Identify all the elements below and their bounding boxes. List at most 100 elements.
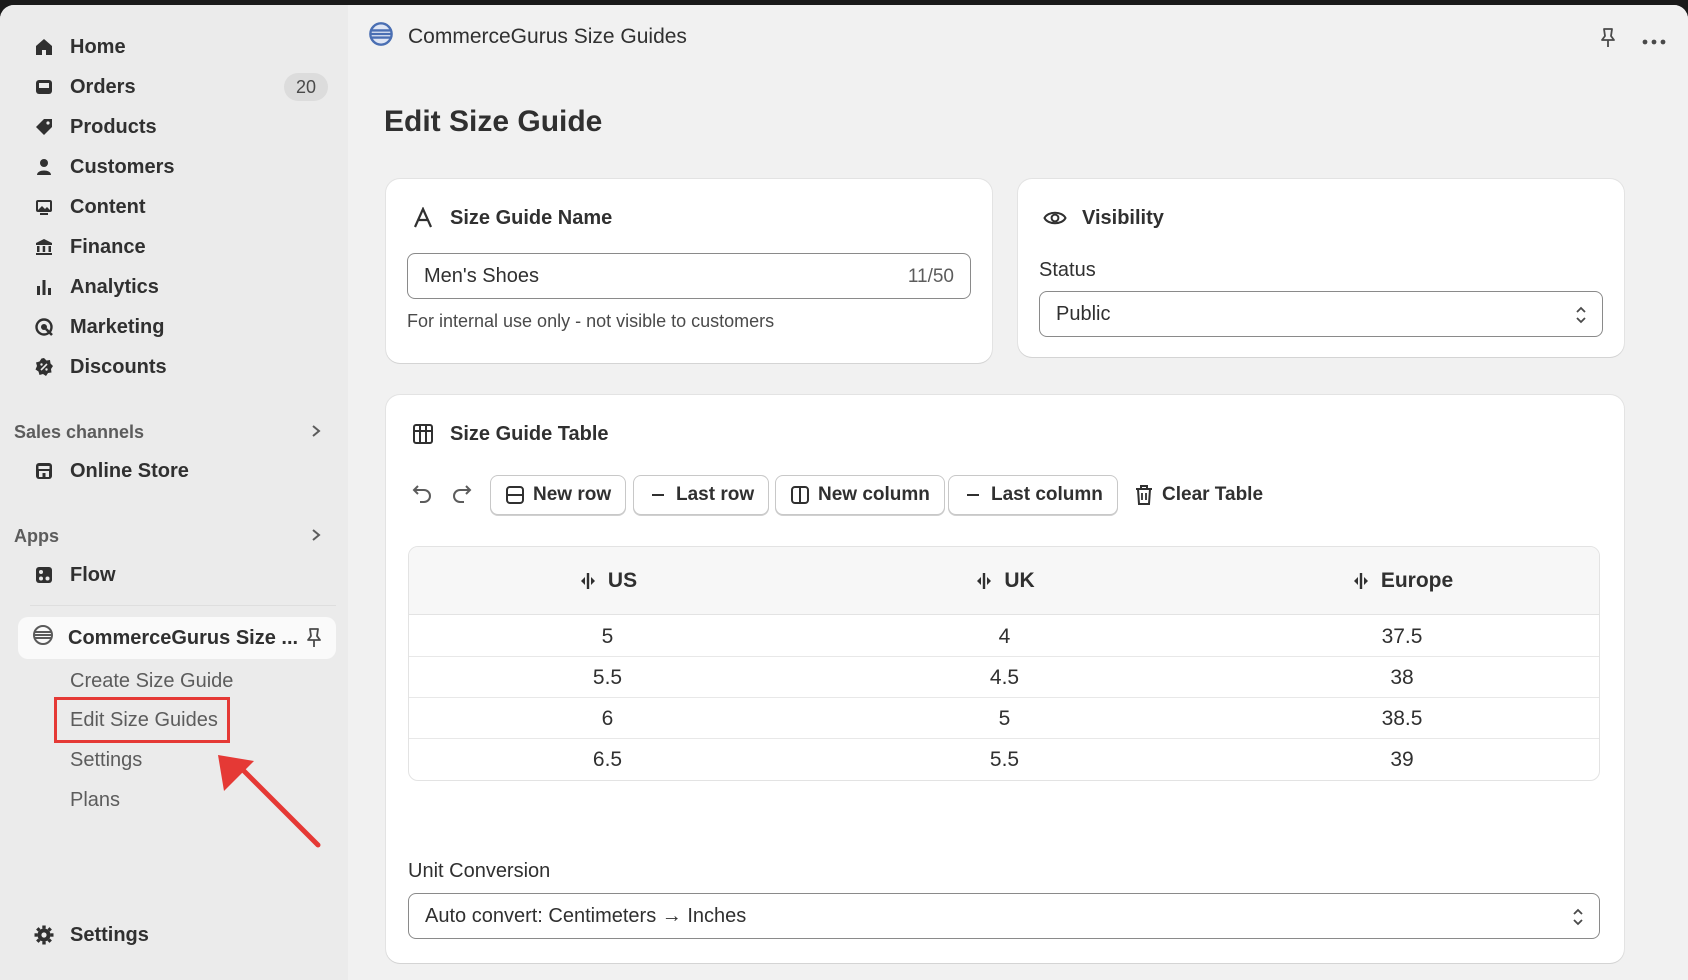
nav-orders-label: Orders [70, 75, 136, 98]
nav-discounts[interactable]: Discounts [18, 347, 336, 387]
select-chevron-icon [1574, 304, 1588, 332]
drag-handle-icon[interactable] [974, 571, 994, 591]
table-cell[interactable]: 4.5 [806, 657, 1203, 698]
table-row: 5.5 4.5 38 [409, 657, 1599, 698]
size-guide-app-icon [32, 624, 54, 652]
nav-settings[interactable]: Settings [18, 915, 336, 955]
table-icon [410, 421, 436, 447]
nav-orders[interactable]: Orders 20 [18, 67, 336, 107]
pin-icon[interactable] [304, 627, 324, 655]
redo-icon[interactable] [450, 481, 474, 511]
subnav-plans-label: Plans [70, 788, 121, 811]
table-cell[interactable]: 6.5 [409, 739, 806, 780]
select-chevron-icon [1571, 906, 1585, 934]
nav-customers[interactable]: Customers [18, 147, 336, 187]
nav-marketing[interactable]: Marketing [18, 307, 336, 347]
table-row: 6.5 5.5 39 [409, 739, 1599, 780]
table-cell[interactable]: 5 [409, 616, 806, 657]
nav-online-store[interactable]: Online Store [18, 451, 336, 491]
home-icon [32, 35, 56, 59]
last-row-label: Last row [676, 484, 755, 505]
column-icon [790, 485, 810, 505]
sidebar-divider [30, 605, 336, 606]
subnav-create-size-guide[interactable]: Create Size Guide [70, 664, 233, 698]
nav-content[interactable]: Content [18, 187, 336, 227]
nav-finance-label: Finance [70, 235, 146, 258]
image-icon [32, 195, 56, 219]
more-options-icon[interactable] [1642, 30, 1666, 52]
subnav-plans[interactable]: Plans [70, 783, 120, 817]
subnav-settings[interactable]: Settings [70, 743, 142, 777]
apps-header[interactable]: Apps [14, 521, 336, 551]
last-column-button[interactable]: Last column [948, 475, 1118, 515]
status-label: Status [1039, 259, 1096, 281]
new-row-label: New row [533, 484, 612, 505]
drag-handle-icon[interactable] [1351, 571, 1371, 591]
table-cell[interactable]: 5 [806, 698, 1203, 739]
orders-count-badge: 20 [284, 73, 328, 101]
table-cell[interactable]: 5.5 [806, 739, 1203, 780]
table-cell[interactable]: 38.5 [1203, 698, 1599, 739]
column-header-label: UK [1004, 569, 1035, 592]
red-arrow-annotation [218, 755, 321, 848]
target-icon [32, 315, 56, 339]
bank-icon [32, 235, 56, 259]
size-guide-name-input[interactable]: Men's Shoes 11/50 [407, 253, 971, 299]
sales-channels-title: Sales channels [14, 421, 145, 442]
size-table: US UK Europe 5 4 37.5 5.5 4.5 38 6 5 38.… [408, 546, 1600, 781]
trash-icon [1134, 484, 1154, 506]
app-title: CommerceGurus Size Guides [408, 25, 687, 48]
nav-analytics-label: Analytics [70, 275, 159, 298]
last-row-button[interactable]: Last row [633, 475, 770, 515]
unit-conversion-label: Unit Conversion [408, 860, 551, 882]
subnav-create-label: Create Size Guide [70, 669, 234, 692]
subnav-settings-label: Settings [70, 748, 143, 771]
table-cell[interactable]: 37.5 [1203, 616, 1599, 657]
clear-table-button[interactable]: Clear Table [1134, 475, 1263, 515]
new-column-button[interactable]: New column [775, 475, 945, 515]
name-card-title: Size Guide Name [450, 206, 613, 229]
row-icon [505, 485, 525, 505]
nav-home[interactable]: Home [18, 27, 336, 67]
app-window: Home Orders 20 Products Customers Conten… [0, 5, 1688, 980]
sales-channels-header[interactable]: Sales channels [14, 417, 336, 447]
table-cell[interactable]: 6 [409, 698, 806, 739]
chevron-right-icon [310, 526, 322, 547]
column-header-us[interactable]: US [409, 547, 806, 615]
nav-online-store-label: Online Store [70, 459, 189, 482]
table-cell[interactable]: 4 [806, 616, 1203, 657]
minus-icon [648, 485, 668, 505]
size-guide-app-icon [368, 21, 394, 53]
drag-handle-icon[interactable] [578, 571, 598, 591]
nav-flow[interactable]: Flow [18, 555, 336, 595]
nav-finance[interactable]: Finance [18, 227, 336, 267]
column-header-europe[interactable]: Europe [1203, 547, 1599, 615]
table-cell[interactable]: 38 [1203, 657, 1599, 698]
discount-icon [32, 355, 56, 379]
nav-commercegurus-app[interactable]: CommerceGurus Size ... [18, 617, 336, 659]
gear-icon [32, 923, 56, 947]
visibility-card-header: Visibility [1042, 205, 1164, 231]
status-value: Public [1056, 302, 1111, 325]
table-cell[interactable]: 5.5 [409, 657, 806, 698]
new-row-button[interactable]: New row [490, 475, 627, 515]
name-helper-text: For internal use only - not visible to c… [407, 311, 775, 331]
nav-settings-label: Settings [70, 923, 149, 946]
app-topbar: CommerceGurus Size Guides [348, 5, 1688, 69]
column-header-label: US [607, 569, 638, 592]
nav-analytics[interactable]: Analytics [18, 267, 336, 307]
minus-icon [963, 485, 983, 505]
bar-chart-icon [32, 275, 56, 299]
unit-conversion-select[interactable]: Auto convert: Centimeters → Inches [408, 893, 1600, 939]
highlight-rectangle [54, 697, 230, 743]
status-select[interactable]: Public [1039, 291, 1603, 337]
nav-flow-label: Flow [70, 563, 116, 586]
table-cell[interactable]: 39 [1203, 739, 1599, 780]
pin-icon[interactable] [1598, 27, 1618, 55]
eye-icon [1042, 205, 1068, 231]
nav-marketing-label: Marketing [70, 315, 165, 338]
chevron-right-icon [310, 422, 322, 443]
column-header-uk[interactable]: UK [806, 547, 1203, 615]
nav-products[interactable]: Products [18, 107, 336, 147]
undo-icon[interactable] [410, 481, 434, 511]
